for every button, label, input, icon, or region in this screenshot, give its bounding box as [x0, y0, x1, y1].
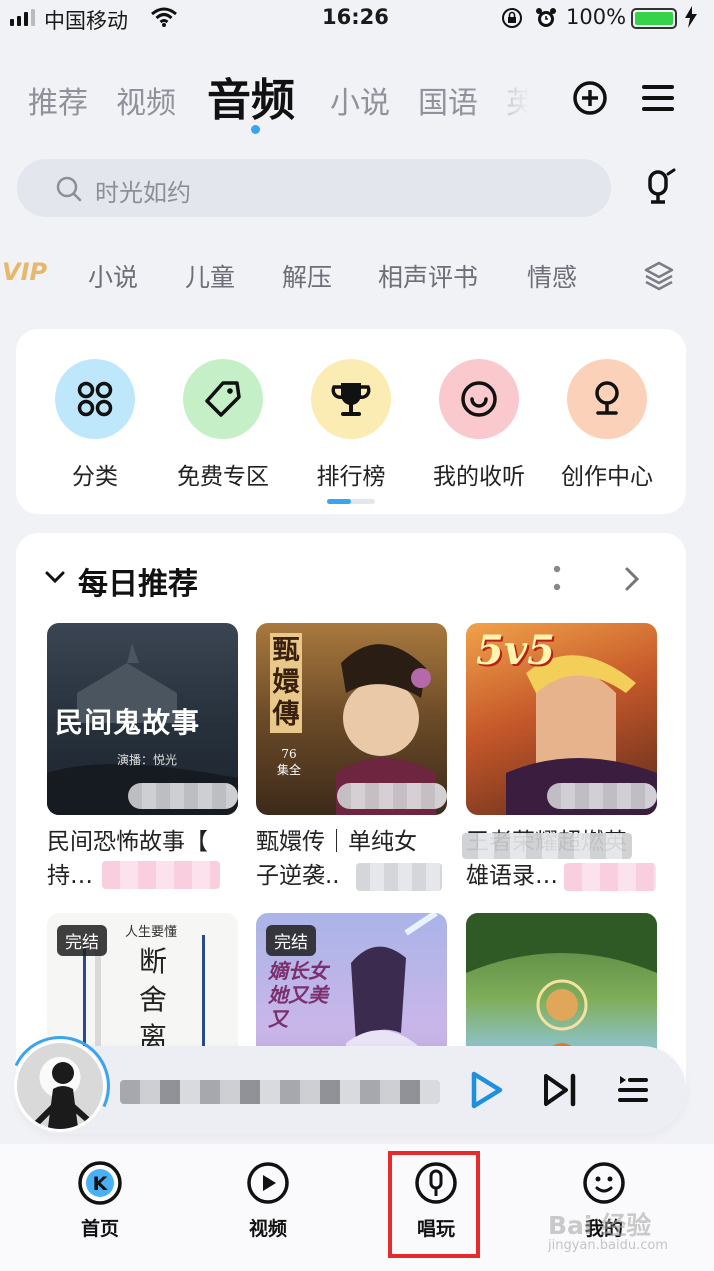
grid-icon: [55, 359, 135, 439]
cover-title: 嫡长女 她又美又: [268, 959, 328, 1031]
quick-entry-label: 排行榜: [316, 464, 386, 490]
charging-icon: [684, 6, 698, 33]
category-novel[interactable]: 小说: [88, 258, 138, 294]
category-crosstalk[interactable]: 相声评书: [378, 258, 478, 294]
play-count-blur: [337, 783, 447, 809]
book-cover[interactable]: 民间鬼故事 演播：悦光: [47, 623, 238, 815]
category-emotion[interactable]: 情感: [527, 258, 577, 294]
trophy-icon: [311, 359, 391, 439]
menu-icon[interactable]: [642, 82, 674, 118]
redacted-author: [356, 863, 442, 891]
quick-entry-category[interactable]: 分类: [30, 359, 160, 491]
clock: 16:26: [322, 5, 389, 29]
quick-entry-label: 免费专区: [177, 464, 269, 490]
tab-audio[interactable]: 音频: [207, 64, 295, 128]
cover-title: 5v5: [476, 627, 555, 674]
play-circle-icon: [247, 1162, 289, 1204]
active-tab-indicator: [251, 125, 260, 134]
chevron-down-icon[interactable]: [44, 569, 66, 589]
category-relax[interactable]: 解压: [282, 258, 332, 294]
play-count-blur: [547, 783, 657, 809]
search-placeholder: 时光如约: [95, 179, 191, 207]
alarm-icon: [534, 6, 558, 35]
tab-mandarin[interactable]: 国语: [418, 78, 478, 122]
mini-player[interactable]: [0, 1021, 686, 1151]
quick-entry-ranking[interactable]: 排行榜: [286, 359, 416, 491]
more-dots-icon[interactable]: [553, 565, 561, 595]
quick-entry-pager: [327, 499, 375, 504]
tab-video[interactable]: 视频: [116, 78, 176, 122]
song-title-redacted: [120, 1080, 440, 1104]
nav-video[interactable]: 视频: [218, 1160, 318, 1241]
search-icon: [55, 175, 83, 207]
battery-icon: [631, 8, 677, 29]
redacted-title: [462, 833, 632, 859]
signal-icon: [10, 9, 35, 26]
cover-subtitle: 76集全: [276, 747, 301, 777]
battery-percent: 100%: [566, 5, 627, 29]
nav-label: 视频: [248, 1218, 287, 1240]
status-badge: 完结: [57, 925, 107, 956]
quick-entry-creator[interactable]: 创作中心: [542, 359, 672, 491]
quick-entry-label: 分类: [72, 464, 118, 490]
watermark-brand: Bai 经验: [548, 1211, 652, 1240]
nav-home[interactable]: K 首页: [50, 1160, 150, 1241]
k-logo-icon: K: [78, 1161, 122, 1205]
quick-entry-label: 我的收听: [433, 464, 525, 490]
tab-novel[interactable]: 小说: [330, 78, 390, 122]
quick-entry-card: 分类 免费专区 排行榜 我的收听 创作中心: [16, 329, 686, 514]
cover-title: 民间鬼故事: [55, 706, 201, 739]
status-badge: 完结: [266, 925, 316, 956]
play-count-blur: [128, 783, 238, 809]
playlist-icon[interactable]: [616, 1072, 650, 1112]
microphone-icon: [567, 359, 647, 439]
tag-icon: [183, 359, 263, 439]
wifi-icon: [150, 6, 178, 33]
smile-headphone-icon: [439, 359, 519, 439]
book-cover[interactable]: 5v5: [466, 623, 657, 815]
tab-recommend[interactable]: 推荐: [28, 78, 88, 122]
section-title: 每日推荐: [78, 567, 198, 602]
cover-title: 甄嬛傳: [270, 633, 302, 733]
category-children[interactable]: 儿童: [185, 258, 235, 294]
next-track-icon[interactable]: [542, 1072, 578, 1112]
search-input[interactable]: 时光如约: [17, 159, 611, 217]
chevron-right-icon[interactable]: [624, 566, 640, 596]
book-cover[interactable]: 甄嬛傳 76集全: [256, 623, 447, 815]
watermark-url: jingyan.baidu.com: [548, 1238, 668, 1253]
layers-icon[interactable]: [643, 260, 675, 296]
quick-entry-my-listening[interactable]: 我的收听: [414, 359, 544, 491]
status-bar: 中国移动 16:26 100%: [0, 0, 714, 36]
cover-title: 断舍离: [139, 945, 168, 1054]
quick-entry-label: 创作中心: [561, 464, 653, 490]
carrier-label: 中国移动: [44, 9, 128, 33]
category-row: VIP 小说 儿童 解压 相声评书 情感: [0, 252, 714, 302]
cover-subtitle: 人生要懂: [125, 925, 178, 940]
redacted-author: [564, 863, 656, 891]
tab-fade: [470, 56, 550, 136]
category-vip[interactable]: VIP: [2, 258, 47, 286]
svg-text:K: K: [93, 1173, 109, 1195]
redacted-author: [102, 861, 220, 889]
rotation-lock-icon: [500, 6, 524, 35]
quick-entry-free[interactable]: 免费专区: [158, 359, 288, 491]
play-icon[interactable]: [468, 1070, 504, 1114]
cover-subtitle: 演播：悦光: [117, 753, 178, 767]
top-tab-bar: 推荐 视频 音频 小说 国语 英: [0, 56, 714, 136]
voice-search-icon[interactable]: [638, 168, 678, 212]
daily-recommend-card: 每日推荐 民间鬼故事 演播：悦光 民间恐怖故事【 持… 甄嬛傳 76集全 甄嬛传…: [16, 533, 686, 1093]
highlight-box: [388, 1151, 480, 1258]
add-icon[interactable]: [572, 80, 608, 120]
smiley-icon: [583, 1162, 625, 1204]
avatar[interactable]: [14, 1040, 106, 1132]
nav-label: 首页: [80, 1218, 119, 1240]
